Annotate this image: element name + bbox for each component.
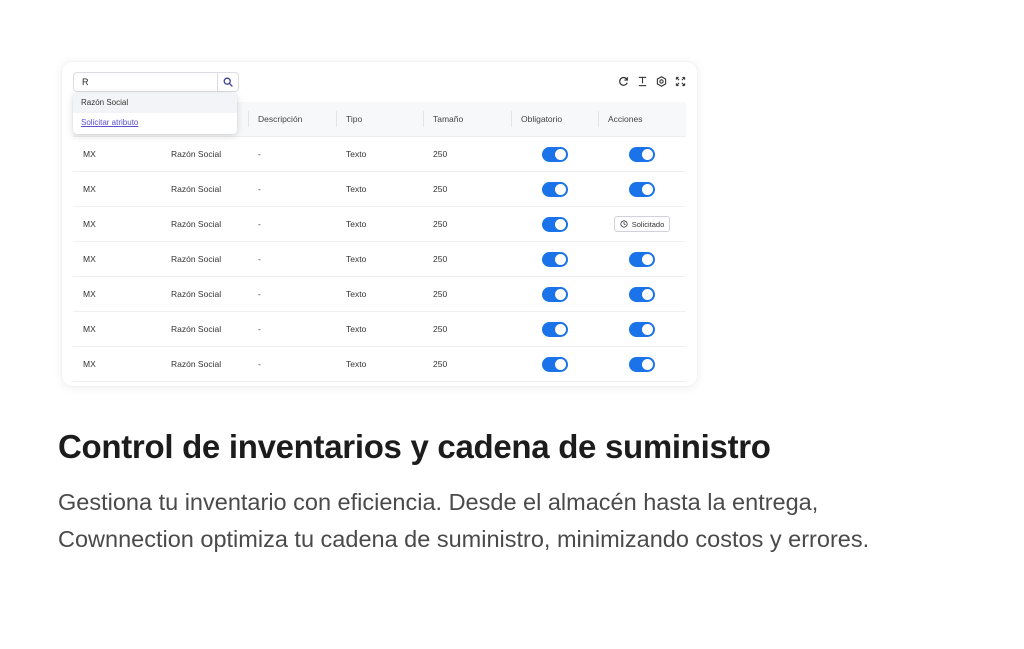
table-row: MX Razón Social - Texto 250 <box>73 312 686 347</box>
cell-size: 250 <box>433 324 448 334</box>
fullscreen-icon <box>675 76 685 86</box>
cell-country: MX <box>83 254 96 264</box>
required-toggle[interactable] <box>541 216 568 232</box>
search-input[interactable]: R <box>74 77 217 87</box>
table-row: MX Razón Social - Texto 250 <box>73 347 686 382</box>
page-description: Gestiona tu inventario con eficiencia. D… <box>58 489 870 552</box>
action-toggle[interactable] <box>629 146 655 162</box>
cell-size: 250 <box>433 289 448 299</box>
column-header-actions: Acciones <box>598 110 686 128</box>
cell-name: Razón Social <box>171 184 222 194</box>
cell-size: 250 <box>433 184 448 194</box>
action-toggle[interactable] <box>629 181 655 197</box>
cell-name: Razón Social <box>171 289 222 299</box>
cell-description: - <box>258 184 261 194</box>
cell-actions <box>598 286 686 302</box>
cell-required <box>511 181 598 197</box>
settings-icon <box>656 75 666 87</box>
action-toggle[interactable] <box>629 321 655 337</box>
action-toggle[interactable] <box>629 356 655 372</box>
status-badge-label: Solicitado <box>631 219 665 229</box>
cell-actions <box>598 181 686 197</box>
cell-name: Razón Social <box>171 254 222 264</box>
cell-actions <box>598 356 686 372</box>
cell-country: MX <box>83 359 96 369</box>
cell-type: Texto <box>346 324 367 334</box>
status-badge: Solicitado <box>613 216 671 232</box>
cell-size: 250 <box>433 254 448 264</box>
required-toggle[interactable] <box>541 251 568 267</box>
text-cursor-button[interactable] <box>636 75 648 87</box>
search-box: R <box>73 72 239 92</box>
cell-size: 250 <box>433 219 448 229</box>
attributes-table: Descripción Tipo Tamaño Obligatorio Acci… <box>73 102 686 382</box>
cell-required <box>511 321 598 337</box>
required-toggle[interactable] <box>541 286 568 302</box>
cell-size: 250 <box>433 149 448 159</box>
cell-name: Razón Social <box>171 324 222 334</box>
cell-actions: Solicitado <box>598 216 686 232</box>
cell-country: MX <box>83 219 96 229</box>
search-button[interactable] <box>217 73 238 91</box>
cell-description: - <box>258 289 261 299</box>
required-toggle[interactable] <box>541 146 568 162</box>
cell-name: Razón Social <box>171 219 222 229</box>
refresh-icon <box>618 76 628 86</box>
action-toggle[interactable] <box>629 251 655 267</box>
cell-country: MX <box>83 149 96 159</box>
table-row: MX Razón Social - Texto 250 Solicitado <box>73 207 686 242</box>
table-body: MX Razón Social - Texto 250 MX Razón Social - Te… <box>73 137 686 382</box>
cell-required <box>511 146 598 162</box>
cell-name: Razón Social <box>171 359 222 369</box>
request-attribute-link[interactable]: Solicitar atributo <box>81 118 138 127</box>
suggestion-item[interactable]: Razón Social <box>73 93 237 113</box>
cell-description: - <box>258 219 261 229</box>
required-toggle[interactable] <box>541 356 568 372</box>
cell-size: 250 <box>433 359 448 369</box>
page-title: Control de inventarios y cadena de sumin… <box>58 428 771 465</box>
search-icon <box>223 77 233 87</box>
required-toggle[interactable] <box>541 181 568 197</box>
cell-type: Texto <box>346 219 367 229</box>
cell-actions <box>598 321 686 337</box>
column-header-required: Obligatorio <box>511 110 598 128</box>
cell-description: - <box>258 324 261 334</box>
cell-actions <box>598 251 686 267</box>
table-row: MX Razón Social - Texto 250 <box>73 137 686 172</box>
column-header-type: Tipo <box>336 110 423 128</box>
search-suggestions: Razón Social Solicitar atributo <box>73 93 237 134</box>
cell-type: Texto <box>346 254 367 264</box>
cell-required <box>511 356 598 372</box>
cell-required <box>511 286 598 302</box>
cell-country: MX <box>83 289 96 299</box>
table-row: MX Razón Social - Texto 250 <box>73 242 686 277</box>
clock-icon <box>620 220 628 228</box>
cell-name: Razón Social <box>171 149 222 159</box>
cell-description: - <box>258 359 261 369</box>
fullscreen-button[interactable] <box>674 75 686 87</box>
refresh-button[interactable] <box>617 75 629 87</box>
cell-country: MX <box>83 184 96 194</box>
attributes-card: R Razón Social Solicitar atributo Descri… <box>62 62 697 386</box>
table-toolbar <box>617 75 686 87</box>
cell-required <box>511 216 598 232</box>
cell-country: MX <box>83 324 96 334</box>
cell-description: - <box>258 254 261 264</box>
text-cursor-icon <box>638 76 646 86</box>
cell-type: Texto <box>346 184 367 194</box>
cell-type: Texto <box>346 149 367 159</box>
cell-type: Texto <box>346 359 367 369</box>
column-header-description: Descripción <box>248 110 336 128</box>
cell-actions <box>598 146 686 162</box>
action-toggle[interactable] <box>629 286 655 302</box>
cell-description: - <box>258 149 261 159</box>
cell-required <box>511 251 598 267</box>
column-header-size: Tamaño <box>423 110 511 128</box>
table-row: MX Razón Social - Texto 250 <box>73 277 686 312</box>
required-toggle[interactable] <box>541 321 568 337</box>
settings-button[interactable] <box>655 75 667 87</box>
cell-type: Texto <box>346 289 367 299</box>
table-row: MX Razón Social - Texto 250 <box>73 172 686 207</box>
